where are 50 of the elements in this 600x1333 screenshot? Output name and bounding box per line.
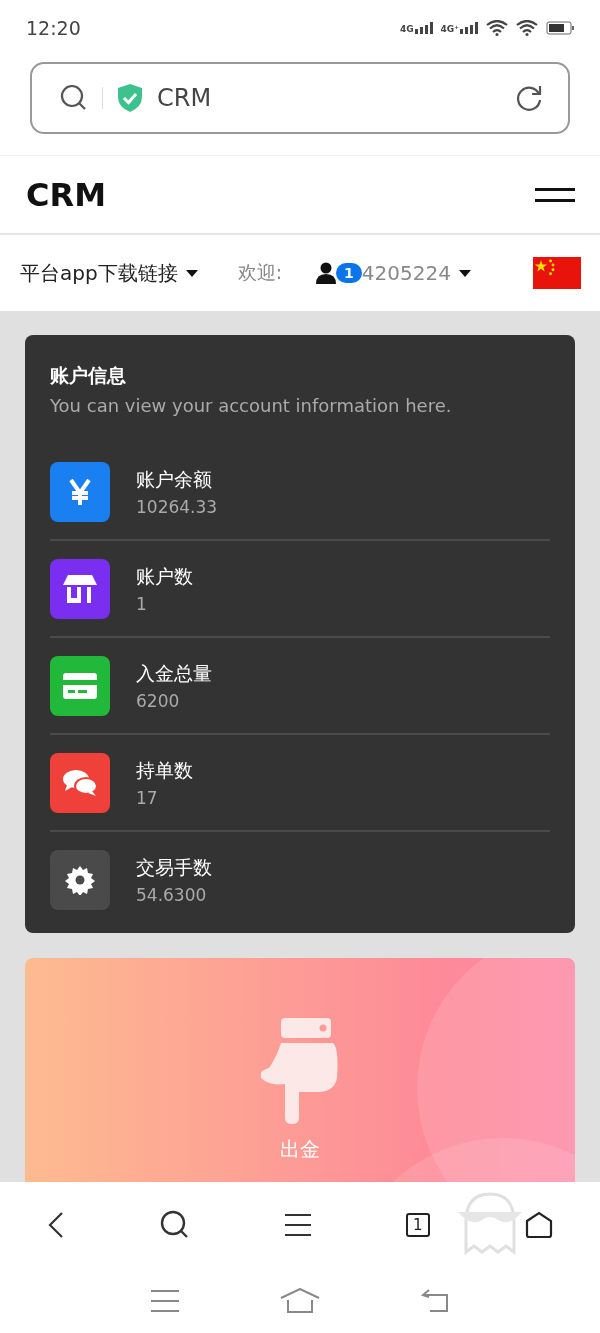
card-title: 账户信息 <box>50 363 127 388</box>
caret-icon <box>458 269 471 277</box>
wifi-icon <box>516 19 538 36</box>
back-button[interactable] <box>47 1210 66 1239</box>
stat-value: 1 <box>136 593 148 614</box>
site-logo[interactable]: CRM <box>26 175 106 214</box>
reload-icon[interactable] <box>514 83 544 113</box>
signal-icon <box>460 21 478 34</box>
home-icon <box>524 1210 553 1239</box>
network-label: 4G <box>399 23 414 34</box>
url-text: CRM <box>157 84 213 112</box>
stat-label: 账户数 <box>136 563 193 589</box>
network-label: 4G⁺ <box>440 23 459 34</box>
battery-icon <box>546 20 574 35</box>
stat-value: 6200 <box>136 690 181 711</box>
stat-label: 入金总量 <box>136 660 212 686</box>
search-icon[interactable] <box>60 84 88 112</box>
store-icon <box>62 572 98 605</box>
menu-button[interactable] <box>285 1212 311 1237</box>
back-icon[interactable] <box>420 1289 450 1313</box>
signal-icon <box>414 21 433 34</box>
tabs-button[interactable]: 1 <box>405 1212 430 1237</box>
stat-value: 17 <box>136 787 159 808</box>
stat-value: 54.6300 <box>136 884 208 905</box>
home-button[interactable] <box>524 1210 553 1239</box>
withdraw-label: 出金 <box>280 1136 320 1163</box>
credit-card-icon <box>62 671 98 700</box>
stat-label: 交易手数 <box>136 854 212 880</box>
stat-label: 持单数 <box>136 757 193 783</box>
user-icon <box>316 262 337 284</box>
address-bar[interactable]: CRM <box>30 62 570 134</box>
card-subtitle: You can view your account information here. <box>50 395 453 416</box>
notification-badge: 1 <box>336 263 362 283</box>
shield-check-icon <box>117 83 143 113</box>
chat-bubbles-icon <box>62 767 98 798</box>
caret-icon <box>185 269 198 277</box>
menu-icon[interactable] <box>535 186 575 203</box>
gear-icon <box>65 864 95 895</box>
stat-label: 账户余额 <box>136 466 213 492</box>
menu-icon <box>285 1212 311 1237</box>
home-icon[interactable] <box>280 1288 320 1314</box>
status-time: 12:20 <box>26 16 81 39</box>
download-dropdown[interactable]: 平台app下载链接 <box>20 259 198 287</box>
back-icon <box>47 1210 66 1239</box>
wifi-icon <box>486 19 508 36</box>
user-dropdown[interactable]: 4205224 <box>361 261 471 285</box>
stat-value: 10264.33 <box>136 496 218 517</box>
flag-icon[interactable] <box>532 257 582 289</box>
welcome-label: 欢迎: <box>237 260 283 285</box>
recents-icon[interactable] <box>150 1289 180 1313</box>
